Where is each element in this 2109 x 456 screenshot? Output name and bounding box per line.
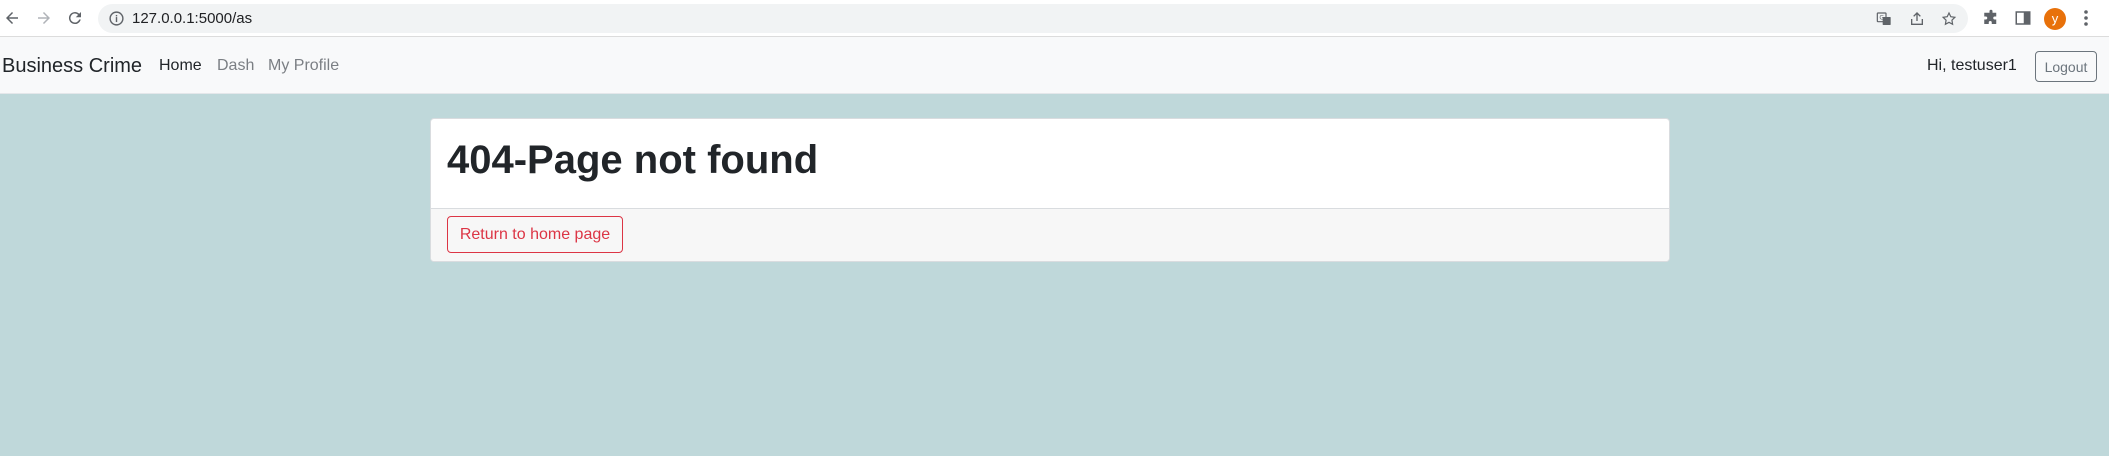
logout-button[interactable]: Logout — [2035, 51, 2097, 82]
browser-toolbar: 127.0.0.1:5000/as G y — [0, 0, 2109, 37]
card-footer: Return to home page — [431, 208, 1669, 261]
user-greeting: Hi, testuser1 — [1927, 57, 2017, 74]
nav-link-home[interactable]: Home — [159, 56, 202, 76]
back-icon[interactable] — [0, 6, 24, 30]
nav-link-dash[interactable]: Dash — [217, 56, 254, 76]
bookmark-star-icon[interactable] — [1941, 11, 1957, 27]
profile-avatar[interactable]: y — [2044, 8, 2066, 30]
url-text: 127.0.0.1:5000/as — [132, 10, 253, 27]
translate-icon[interactable]: G — [1876, 11, 1892, 27]
side-panel-icon[interactable] — [2014, 9, 2032, 27]
menu-kebab-icon[interactable] — [2081, 9, 2091, 27]
brand-link[interactable]: Business Crime — [2, 54, 142, 78]
card-body: 404-Page not found — [431, 119, 1669, 208]
error-title: 404-Page not found — [447, 138, 819, 182]
app-navbar: Business Crime Home Dash My Profile Hi, … — [0, 37, 2109, 94]
nav-link-my-profile[interactable]: My Profile — [268, 56, 339, 76]
address-bar[interactable]: 127.0.0.1:5000/as G — [98, 4, 1968, 33]
site-info-icon[interactable] — [108, 10, 125, 27]
reload-icon[interactable] — [63, 6, 87, 30]
return-home-button[interactable]: Return to home page — [447, 216, 623, 253]
forward-icon[interactable] — [32, 6, 56, 30]
share-icon[interactable] — [1909, 11, 1925, 27]
error-card: 404-Page not found Return to home page — [430, 118, 1670, 262]
extensions-icon[interactable] — [1982, 9, 2000, 27]
